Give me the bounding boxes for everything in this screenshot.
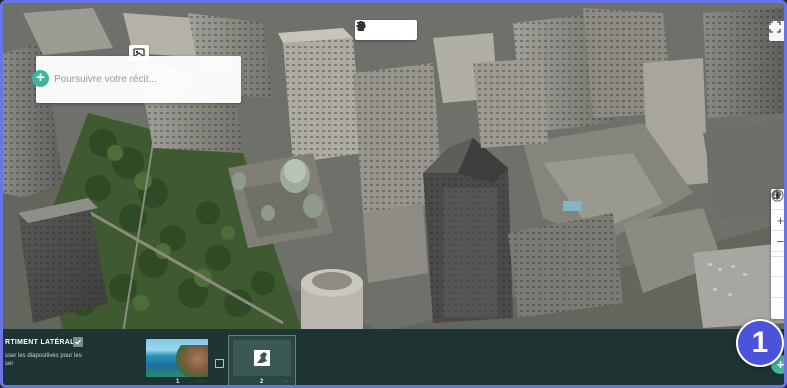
delete-button[interactable] <box>357 21 415 38</box>
settings-button[interactable] <box>356 21 394 38</box>
slide-toolbar <box>355 20 417 40</box>
story-text-input[interactable] <box>54 70 234 88</box>
app-frame: + Poursuivre votre récit... + − RTIMENT … <box>0 0 787 388</box>
slide-number-1: 1 <box>176 379 180 385</box>
zoom-in-icon: + <box>776 212 784 228</box>
slide-thumbnail-1[interactable] <box>146 339 208 377</box>
story-text-card: + <box>32 56 241 103</box>
compass-icon <box>771 189 784 202</box>
trash-icon <box>357 21 365 31</box>
pan-button[interactable] <box>771 189 784 277</box>
slide-2-preview <box>233 340 291 376</box>
map-slide-icon <box>254 350 270 366</box>
slide-filmstrip: RTIMENT LATÉRAL sser les diapositives po… <box>3 329 784 385</box>
checkbox-icon <box>75 339 81 345</box>
expand-icon <box>769 21 781 33</box>
slide-menu-1[interactable]: ··· <box>197 378 207 385</box>
duplicate-icon[interactable] <box>215 359 224 368</box>
side-panel-description: sser les diapositives pour les ser <box>5 353 82 367</box>
slide-number-2: 2 <box>260 379 264 385</box>
fullscreen-button[interactable] <box>769 21 784 41</box>
coast-image <box>176 345 208 377</box>
map-3d-view[interactable]: + Poursuivre votre récit... + − <box>3 3 784 329</box>
zoom-in-button[interactable]: + <box>771 210 784 231</box>
slide-menu-2[interactable]: ··· <box>283 378 293 385</box>
side-panel-toggle[interactable] <box>73 337 83 347</box>
city-scene <box>3 3 784 329</box>
compass-button[interactable] <box>771 189 784 319</box>
zoom-out-button[interactable]: − <box>771 231 784 252</box>
step-number-badge: 1 <box>736 319 784 367</box>
add-story-button[interactable]: + <box>32 70 49 87</box>
rotate-button[interactable] <box>771 190 784 298</box>
map-controls: + − <box>771 189 784 319</box>
zoom-out-icon: − <box>776 233 784 249</box>
side-panel-label: RTIMENT LATÉRAL <box>5 339 75 346</box>
